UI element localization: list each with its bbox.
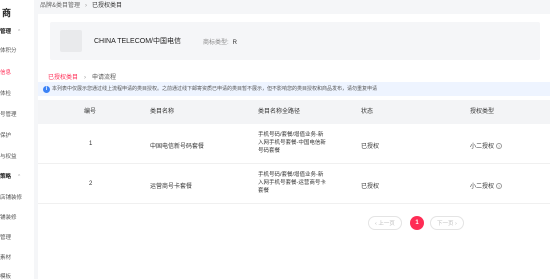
sidebar-item-decor[interactable]: 铺装修 [0,213,17,221]
sidebar-item-points[interactable]: 体积分 [0,46,17,54]
sidebar-group-strategy[interactable]: 策略 ⌃ [0,172,21,180]
authorized-category-table: 编号 类目名称 类目名称全路径 状态 授权类型 1 中国电信新号码套餐 手机号码… [38,100,550,204]
notice-text: 本列表中仅展示您通过线上流程申请的类目授权。之前通过线下邮寄资质已申请的类目暂不… [52,86,378,92]
sidebar-item-account[interactable]: 号管理 [0,110,17,118]
col-name: 类目名称 [150,109,175,115]
left-sidebar: 商 管理 ⌃ 体积分 信息 体检 号管理 保护 与权益 策略 ⌃ 店铺装修 铺装修 … [0,0,34,279]
next-page-button[interactable]: 下一页 › [430,216,464,230]
breadcrumb-current: 已授权类目 [92,3,123,9]
table-header: 编号 类目名称 类目名称全路径 状态 授权类型 [38,100,550,124]
brand-logo [60,30,82,52]
chevron-up-icon: ⌃ [17,29,22,35]
brand-type: 商标类型: R [203,40,238,46]
table-row: 1 中国电信新号码套餐 手机号码/套餐/增值业务-新入网手机号套餐-中国电信新号… [38,124,550,164]
sub-breadcrumb-apply-flow: 申请流程 [92,75,117,81]
row-id: 1 [89,141,93,147]
row-status: 已授权 [361,184,380,190]
sub-breadcrumb: 已授权类目 › 申请流程 [48,75,117,81]
sidebar-item-protection[interactable]: 保护 [0,131,11,139]
row-name: 中国电信新号码套餐 [150,144,205,150]
row-name: 运营商号卡套餐 [150,184,193,190]
help-icon[interactable]: ? [496,183,503,190]
sidebar-item-material[interactable]: 素材 [0,253,11,261]
col-id: 编号 [84,109,97,115]
help-icon[interactable]: ? [496,143,503,150]
main-panel: CHINA TELECOM/中国电信 商标类型: R 已授权类目 › 申请流程 i 本… [38,14,550,279]
sidebar-item-rights[interactable]: 与权益 [0,152,17,160]
row-status: 已授权 [361,144,380,150]
sidebar-item-checkup[interactable]: 体检 [0,89,11,97]
breadcrumb-parent[interactable]: 品牌&类目管理 [40,3,80,9]
row-path: 手机号码/套餐/增值业务-新入网手机号套餐-运营商号卡套餐 [258,172,326,194]
info-icon: i [43,85,50,93]
sidebar-item-manage[interactable]: 管理 [0,233,11,241]
brand-name: CHINA TELECOM/中国电信 [94,38,181,45]
col-status: 状态 [361,109,374,115]
row-auth-type: 小二授权? [470,143,503,150]
row-path: 手机号码/套餐/增值业务-新入网手机号套餐-中国电信新号码套餐 [258,132,326,154]
sidebar-group-management[interactable]: 管理 ⌃ [0,27,21,35]
notice-banner: i 本列表中仅展示您通过线上流程申请的类目授权。之前通过线下邮寄资质已申请的类目… [38,82,550,96]
sidebar-item-shop-decor[interactable]: 店铺装修 [0,193,22,201]
col-path: 类目名称全路径 [258,109,301,115]
brand-type-value: R [232,40,238,46]
sidebar-item-info[interactable]: 信息 [0,68,11,76]
page-number-current[interactable]: 1 [410,216,424,230]
table-row: 2 运营商号卡套餐 手机号码/套餐/增值业务-新入网手机号套餐-运营商号卡套餐 … [38,164,550,204]
col-auth-type: 授权类型 [470,109,495,115]
sidebar-title: 商 [2,8,12,18]
brand-card: CHINA TELECOM/中国电信 商标类型: R [50,22,540,60]
breadcrumb: 品牌&类目管理 › 已授权类目 [40,0,122,9]
row-id: 2 [89,181,93,187]
chevron-up-icon: ⌃ [17,174,22,180]
sidebar-item-template[interactable]: 模板 [0,272,11,279]
row-auth-type: 小二授权? [470,183,503,190]
prev-page-button[interactable]: ‹ 上一页 [368,216,402,230]
sub-breadcrumb-authorized[interactable]: 已授权类目 [48,75,78,81]
breadcrumb-separator: › [85,3,88,9]
